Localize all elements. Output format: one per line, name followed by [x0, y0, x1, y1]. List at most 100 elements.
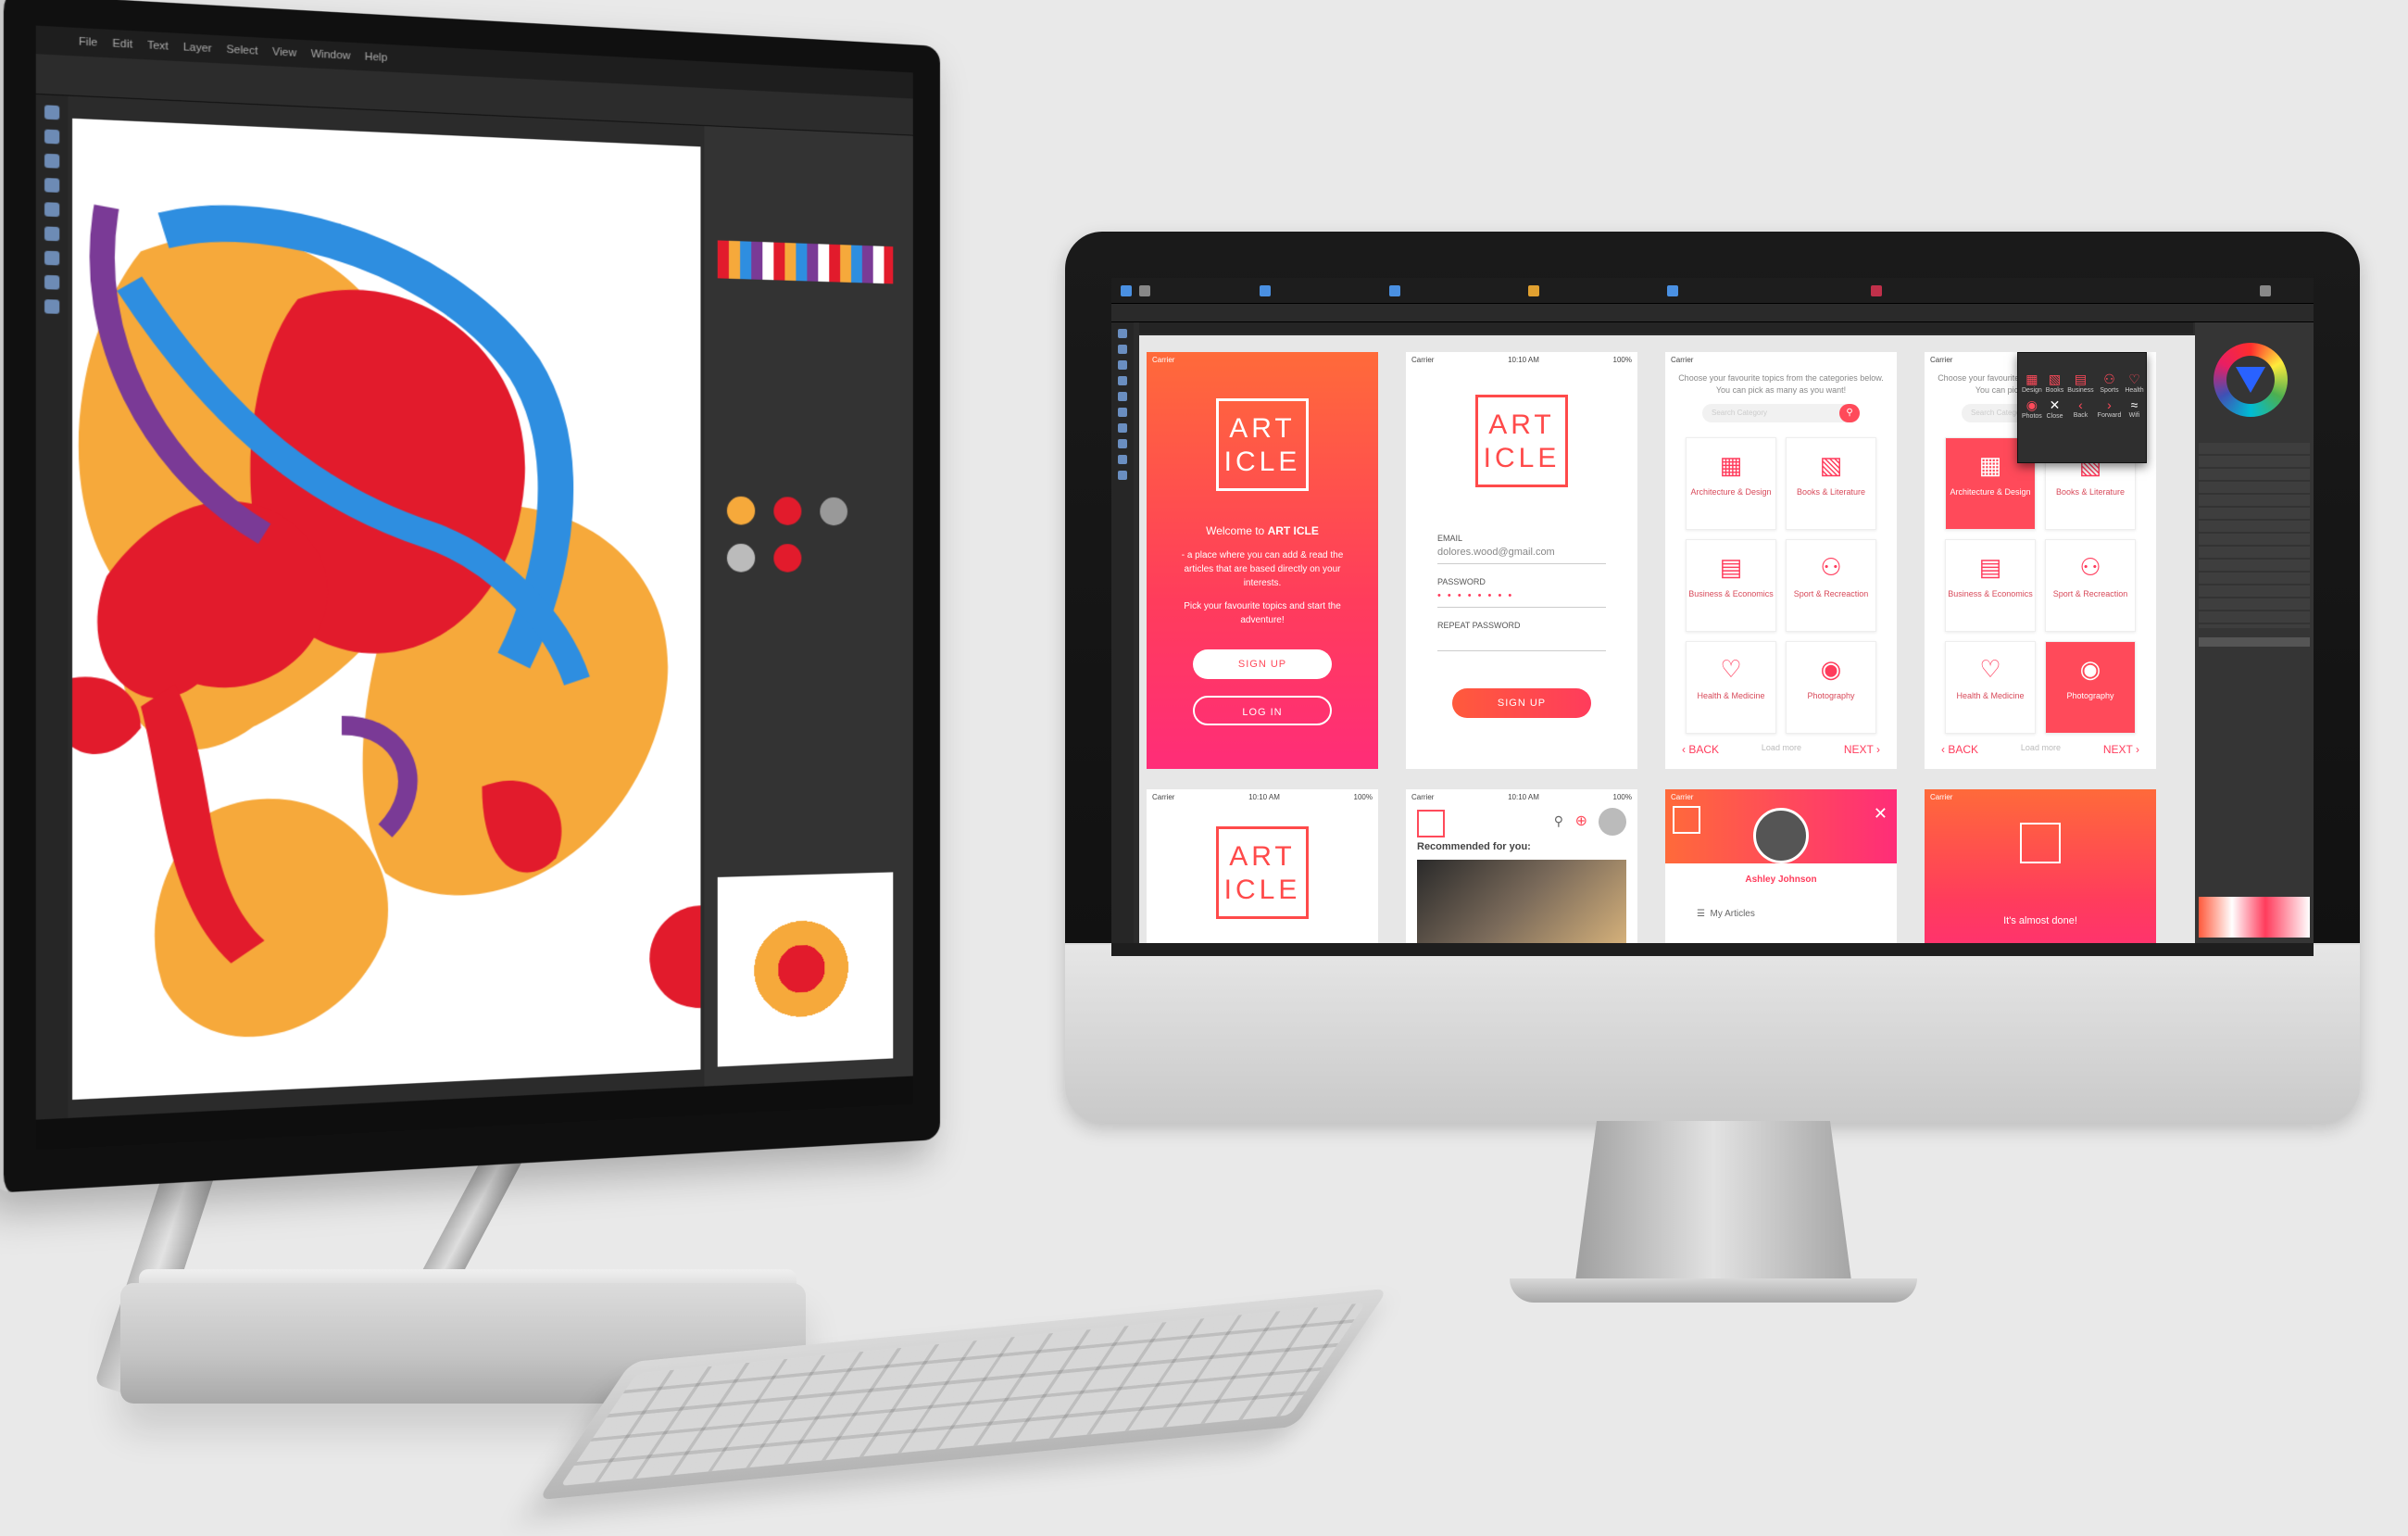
design-icon[interactable]: ▦ Design [2022, 371, 2042, 394]
category-sport[interactable]: ⚇ Sport & Recreaction [2045, 539, 2136, 632]
sports-icon[interactable]: ⚇ Sports [2098, 371, 2122, 394]
brush-presets[interactable] [718, 486, 894, 591]
login-button[interactable]: LOG IN [1193, 696, 1332, 725]
close-icon[interactable]: ✕ Close [2046, 397, 2063, 420]
category-business[interactable]: ▤ Business & Economics [1686, 539, 1776, 632]
text-tool-icon[interactable] [1118, 455, 1127, 464]
node-tool-icon[interactable] [44, 129, 60, 145]
menu-layer[interactable]: Layer [183, 42, 212, 56]
zoom-tool-icon[interactable] [44, 299, 60, 314]
category-business[interactable]: ▤ Business & Economics [1945, 539, 2036, 632]
search-icon[interactable]: ⚲ [1554, 813, 1563, 829]
shape-tool-icon[interactable] [44, 250, 60, 266]
node-tool-icon[interactable] [1118, 360, 1127, 370]
move-tool-icon[interactable] [44, 105, 60, 120]
toolbar-icon[interactable] [1528, 285, 1539, 296]
brush-tool-icon[interactable] [44, 202, 60, 218]
category-photography[interactable]: ◉ Photography [1786, 641, 1876, 734]
category-architecture[interactable]: ▦ Architecture & Design [1686, 437, 1776, 530]
category-health[interactable]: ♡ Health & Medicine [1945, 641, 2036, 734]
document-tabs[interactable] [1139, 322, 2193, 334]
artboard-welcome[interactable]: Carrier ART ICLE Welcome to ART ICLE - a… [1147, 352, 1378, 769]
category-photography[interactable]: ◉ Photography [2045, 641, 2136, 734]
layers-panel[interactable] [2199, 443, 2310, 628]
artboard-login[interactable]: Carrier 10:10 AM 100% ART ICLE [1147, 789, 1378, 943]
back-button[interactable]: ‹ BACK [1941, 743, 1978, 756]
bicycle-icon: ⚇ [1820, 553, 1842, 581]
battery-label: 100% [1353, 792, 1373, 801]
menu-window[interactable]: Window [311, 48, 351, 62]
password-field[interactable]: • • • • • • • • [1437, 590, 1606, 601]
artboards-canvas[interactable]: Carrier ART ICLE Welcome to ART ICLE - a… [1139, 335, 2195, 943]
fill-tool-icon[interactable] [44, 226, 60, 242]
article-logo-small [2020, 823, 2061, 863]
navigator-thumbnail[interactable] [2199, 897, 2310, 938]
search-icon[interactable]: ⚲ [1839, 404, 1860, 422]
email-field[interactable]: dolores.wood@gmail.com [1437, 547, 1606, 558]
color-swatches[interactable] [717, 240, 894, 284]
menu-help[interactable]: Help [365, 51, 388, 64]
pencil-tool-icon[interactable] [44, 177, 60, 193]
text-tool-icon[interactable] [44, 274, 60, 290]
artboard-done[interactable]: Carrier It's almost done! [1925, 789, 2156, 943]
color-wheel[interactable] [2214, 343, 2288, 417]
persona-icon[interactable] [1139, 285, 1150, 296]
toolbar-icon[interactable] [1260, 285, 1271, 296]
load-more-link[interactable]: Load more [2021, 743, 2061, 756]
back-button[interactable]: ‹ BACK [1682, 743, 1719, 756]
wifi-icon[interactable]: ≈ Wifi [2125, 397, 2143, 420]
back-icon[interactable]: ‹ Back [2067, 397, 2093, 420]
avatar[interactable] [1599, 808, 1626, 836]
navigator-thumbnail[interactable] [717, 872, 894, 1067]
category-health[interactable]: ♡ Health & Medicine [1686, 641, 1776, 734]
business-icon[interactable]: ▤ Business [2067, 371, 2093, 394]
brush-tool-icon[interactable] [1118, 408, 1127, 417]
menu-text[interactable]: Text [147, 40, 169, 53]
menu-select[interactable]: Select [226, 44, 257, 57]
zoom-tool-icon[interactable] [1118, 471, 1127, 480]
repeat-password-label: REPEAT PASSWORD [1437, 621, 1521, 630]
menu-edit[interactable]: Edit [112, 38, 132, 51]
move-tool-icon[interactable] [1118, 329, 1127, 338]
next-button[interactable]: NEXT › [2103, 743, 2139, 756]
rectangle-tool-icon[interactable] [1118, 439, 1127, 448]
search-input[interactable]: Search Category ⚲ [1702, 404, 1860, 422]
toolbar-icon[interactable] [2260, 285, 2271, 296]
toolbar-icon[interactable] [1667, 285, 1678, 296]
article-image[interactable] [1417, 860, 1626, 943]
toolbar-icon[interactable] [1389, 285, 1400, 296]
signup-submit-button[interactable]: SIGN UP [1452, 688, 1591, 718]
topics-prompt: Choose your favourite topics from the ca… [1678, 373, 1884, 395]
close-icon[interactable]: ✕ [1874, 804, 1888, 824]
add-icon[interactable]: ⊕ [1575, 812, 1587, 830]
profile-avatar[interactable] [1753, 808, 1809, 863]
welcome-cta: Pick your favourite topics and start the… [1184, 601, 1341, 625]
artboard-recommended[interactable]: Carrier 10:10 AM 100% ⚲ ⊕ Recommended fo… [1406, 789, 1637, 943]
signup-button[interactable]: SIGN UP [1193, 649, 1332, 679]
artboard-topics-selected[interactable]: Carrier Choose your favourite topics fro… [1925, 352, 2156, 769]
books-icon[interactable]: ▧ Books [2046, 371, 2063, 394]
forward-icon[interactable]: › Forward [2098, 397, 2122, 420]
load-more-link[interactable]: Load more [1762, 743, 1801, 756]
icon-symbols-popover[interactable]: ▦ Design ▧ Books ▤ Business ⚇ Sports ♡ Health… [2017, 352, 2147, 463]
artboard-signup[interactable]: Carrier 10:10 AM 100% ART ICLE EMAIL dol… [1406, 352, 1637, 769]
imac-chin [1065, 945, 2360, 1123]
toolbar-icon[interactable] [1871, 285, 1882, 296]
fill-tool-icon[interactable] [1118, 423, 1127, 433]
pen-tool-icon[interactable] [44, 153, 60, 169]
photos-icon[interactable]: ◉ Photos [2022, 397, 2042, 420]
menu-file[interactable]: File [79, 36, 97, 49]
menu-my-articles[interactable]: ☰ My Articles [1697, 909, 1865, 919]
artboard-topics[interactable]: Carrier Choose your favourite topics fro… [1665, 352, 1897, 769]
pencil-tool-icon[interactable] [1118, 392, 1127, 401]
category-books[interactable]: ▧ Books & Literature [1786, 437, 1876, 530]
pen-tool-icon[interactable] [1118, 376, 1127, 385]
health-icon[interactable]: ♡ Health [2125, 371, 2143, 394]
artboard-profile[interactable]: Carrier ✕ Ashley Johnson ☰ My Articles [1665, 789, 1897, 943]
artboard-tool-icon[interactable] [1118, 345, 1127, 354]
menu-view[interactable]: View [272, 46, 296, 59]
next-button[interactable]: NEXT › [1844, 743, 1880, 756]
done-message: It's almost done! [2003, 915, 2077, 926]
category-sport[interactable]: ⚇ Sport & Recreaction [1786, 539, 1876, 632]
illustration-canvas[interactable] [72, 118, 701, 1101]
